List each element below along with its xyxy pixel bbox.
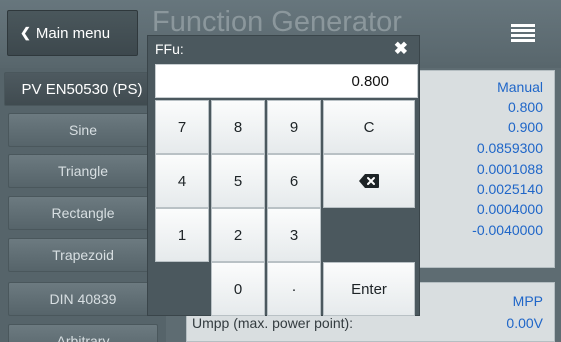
close-icon[interactable]: ✖ — [394, 39, 408, 59]
function-list: PV EN50530 (PS) Sine Triangle Rectangle … — [0, 68, 166, 342]
key-3[interactable]: 3 — [267, 208, 321, 262]
chevron-left-icon: ❮ — [20, 25, 31, 40]
key-2[interactable]: 2 — [211, 208, 265, 262]
key-0[interactable]: 0 — [211, 262, 265, 316]
enter-button[interactable]: Enter — [323, 262, 415, 316]
clear-button[interactable]: C — [323, 100, 415, 154]
function-item-label: Arbitrary — [56, 333, 110, 342]
hamburger-icon — [511, 24, 535, 42]
function-item-rectangle[interactable]: Rectangle — [8, 196, 158, 230]
menu-button[interactable] — [492, 10, 554, 56]
function-item-pv-en50530[interactable]: PV EN50530 (PS) — [4, 72, 160, 106]
backspace-button[interactable] — [323, 154, 415, 208]
mpp-mode-value: MPP — [512, 293, 543, 309]
key-9[interactable]: 9 — [267, 100, 321, 154]
function-item-label: Sine — [68, 122, 98, 138]
parameter-value[interactable]: -0.0040000 — [472, 222, 543, 238]
key-5[interactable]: 5 — [211, 154, 265, 208]
umpp-value: 0.00V — [506, 315, 543, 331]
key-8[interactable]: 8 — [211, 100, 265, 154]
parameter-value[interactable]: 0.900 — [508, 119, 543, 135]
parameter-value[interactable]: 0.0859300 — [477, 140, 543, 156]
key-7[interactable]: 7 — [155, 100, 209, 154]
function-item-trapezoid[interactable]: Trapezoid — [8, 238, 158, 272]
parameter-value[interactable]: 0.0004000 — [477, 201, 543, 217]
function-item-arbitrary[interactable]: Arbitrary — [8, 324, 158, 342]
decimal-point-key[interactable]: · — [267, 262, 321, 316]
main-menu-label: Main menu — [35, 24, 111, 42]
function-item-din-40839[interactable]: DIN 40839 — [8, 282, 158, 316]
function-item-label: Trapezoid — [52, 247, 114, 263]
key-1[interactable]: 1 — [155, 208, 209, 262]
function-item-label: Rectangle — [51, 205, 115, 221]
parameter-value[interactable]: 0.800 — [508, 99, 543, 115]
function-item-label: DIN 40839 — [49, 291, 117, 307]
key-6[interactable]: 6 — [267, 154, 321, 208]
main-menu-button[interactable]: ❮ Main menu — [7, 10, 138, 56]
parameter-value[interactable]: 0.0025140 — [477, 181, 543, 197]
dialog-title: FFu: — [155, 41, 184, 57]
function-item-label: Triangle — [57, 163, 109, 179]
function-item-label: PV EN50530 (PS) — [21, 80, 143, 98]
backspace-icon — [359, 174, 379, 188]
function-item-sine[interactable]: Sine — [8, 113, 158, 147]
parameter-value[interactable]: 0.0001088 — [477, 161, 543, 177]
mode-value[interactable]: Manual — [497, 79, 543, 95]
umpp-label: Umpp (max. power point): — [192, 315, 354, 331]
function-item-triangle[interactable]: Triangle — [8, 154, 158, 188]
key-4[interactable]: 4 — [155, 154, 209, 208]
numeric-keypad-dialog: FFu: ✖ 0.800 7 8 9 C 4 5 6 1 2 3 0 · Ent… — [147, 35, 420, 316]
value-display[interactable]: 0.800 — [155, 64, 418, 98]
